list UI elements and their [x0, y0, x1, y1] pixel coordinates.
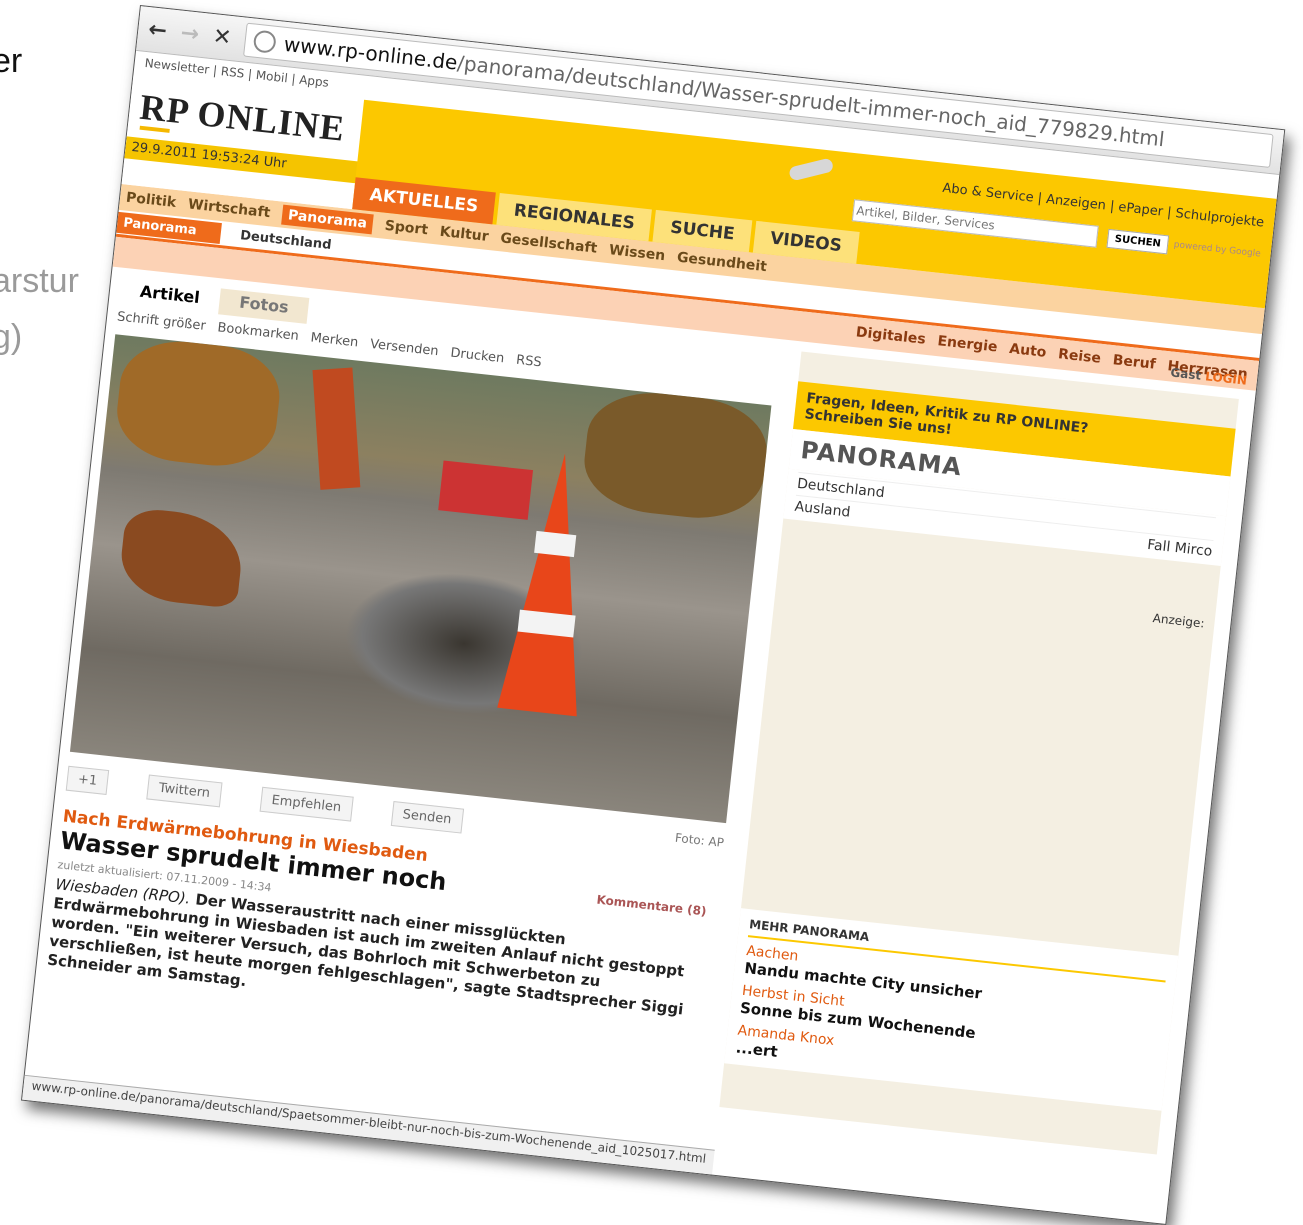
article-photo[interactable]	[69, 334, 772, 824]
plus-one-button[interactable]: +1	[65, 765, 110, 796]
send-button[interactable]: Senden	[390, 800, 464, 834]
back-icon[interactable]: ←	[147, 17, 168, 44]
tab-fotos[interactable]: Fotos	[218, 288, 310, 324]
font-bigger-link[interactable]: Schrift größer	[116, 309, 206, 334]
forward-icon[interactable]: →	[179, 20, 200, 47]
powered-by-google: powered by Google	[1173, 240, 1262, 260]
sidebar: Fragen, Ideen, Kritik zu RP ONLINE? Schr…	[719, 351, 1239, 1155]
cat-sport[interactable]: Sport	[384, 218, 429, 239]
cat-beruf[interactable]: Beruf	[1112, 352, 1157, 373]
url-host: www.rp-online.de	[282, 31, 459, 75]
cat-energie[interactable]: Energie	[937, 333, 999, 355]
cat-digitales[interactable]: Digitales	[855, 324, 926, 347]
rss-link[interactable]: RSS	[515, 353, 542, 371]
photo-leaves	[117, 506, 247, 609]
mehr-panorama: MEHR PANORAMA Aachen Nandu machte City u…	[724, 908, 1179, 1111]
photo-tree-right	[579, 386, 772, 525]
article-column: Artikel Fotos Schrift größer Bookmarken …	[39, 278, 777, 1105]
browser-screenshot: ← → ✕ www.rp-online.de/panorama/deutschl…	[20, 5, 1286, 1225]
link-fall-mirco[interactable]: Fall Mirco	[1146, 537, 1213, 560]
globe-icon	[252, 29, 278, 54]
cat-reise[interactable]: Reise	[1057, 346, 1101, 367]
cat-kultur[interactable]: Kultur	[439, 224, 489, 245]
cat-wissen[interactable]: Wissen	[608, 242, 666, 264]
drucken-link[interactable]: Drucken	[450, 346, 505, 367]
twitter-button[interactable]: Twittern	[146, 774, 223, 808]
background-text-1: er	[0, 42, 23, 80]
merken-link[interactable]: Merken	[310, 330, 359, 350]
search-button[interactable]: SUCHEN	[1106, 228, 1169, 254]
background-text-3: g)	[0, 318, 23, 356]
stop-icon[interactable]: ✕	[212, 24, 233, 51]
link-ausland[interactable]: Ausland	[794, 499, 851, 521]
bookmark-link[interactable]: Bookmarken	[217, 320, 300, 344]
cat-politik[interactable]: Politik	[125, 190, 177, 211]
photo-crane	[312, 367, 361, 490]
content-area: Artikel Fotos Schrift größer Bookmarken …	[28, 267, 1256, 1167]
background-text-2: arstur	[0, 262, 79, 300]
facebook-button[interactable]: Empfehlen	[259, 786, 354, 822]
cat-auto[interactable]: Auto	[1008, 341, 1047, 361]
cone-stripe-1	[534, 530, 577, 558]
ad-label: Anzeige:	[1152, 611, 1206, 631]
pen-icon	[788, 157, 835, 182]
photo-tree-left	[112, 335, 285, 472]
breadcrumb-deutschland[interactable]: Deutschland	[240, 228, 333, 253]
tab-artikel[interactable]: Artikel	[119, 278, 221, 315]
versenden-link[interactable]: Versenden	[369, 337, 439, 359]
cat-wirtschaft[interactable]: Wirtschaft	[187, 196, 271, 221]
